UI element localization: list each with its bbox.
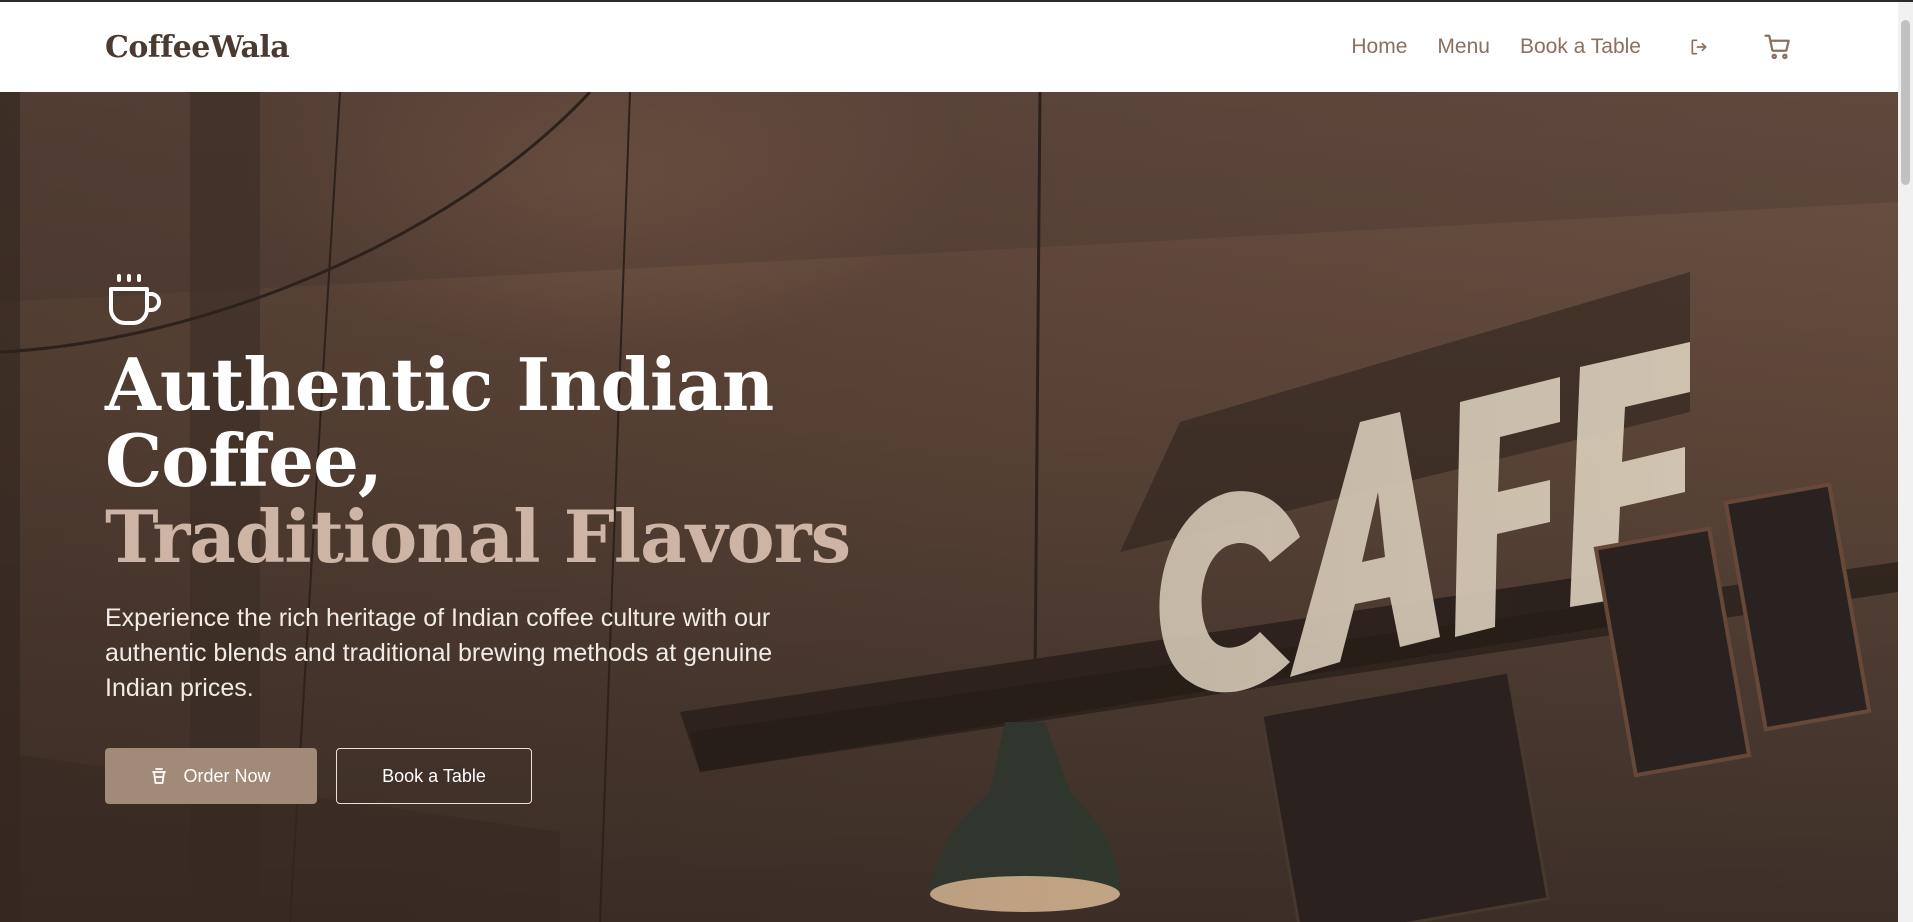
top-navbar: CoffeeWala Home Menu Book a Table bbox=[0, 2, 1898, 92]
hero-description: Experience the rich heritage of Indian c… bbox=[105, 604, 773, 702]
hero-actions: Order Now Book a Table bbox=[105, 748, 1005, 804]
page-scrollbar[interactable] bbox=[1898, 2, 1913, 922]
nav-link-book-table[interactable]: Book a Table bbox=[1520, 35, 1641, 59]
coffee-cup-icon bbox=[105, 272, 1005, 335]
headline-line-2: Traditional Flavors bbox=[105, 494, 851, 579]
scrollbar-thumb[interactable] bbox=[1901, 20, 1910, 185]
hero-content: Authentic Indian Coffee, Traditional Fla… bbox=[105, 272, 1005, 804]
book-table-label: Book a Table bbox=[382, 765, 486, 786]
nav-link-home[interactable]: Home bbox=[1351, 35, 1407, 59]
headline-line-1: Authentic Indian Coffee, bbox=[105, 342, 774, 503]
cart-icon[interactable] bbox=[1763, 32, 1793, 62]
brand-logo[interactable]: CoffeeWala bbox=[105, 30, 290, 65]
order-now-button[interactable]: Order Now bbox=[105, 748, 317, 804]
hero-section: Authentic Indian Coffee, Traditional Fla… bbox=[0, 92, 1898, 922]
order-now-label: Order Now bbox=[183, 765, 271, 786]
nav-link-menu[interactable]: Menu bbox=[1437, 35, 1490, 59]
takeaway-cup-icon bbox=[151, 767, 167, 785]
book-table-button[interactable]: Book a Table bbox=[336, 748, 532, 804]
nav-menu: Home Menu Book a Table bbox=[1351, 32, 1793, 62]
logout-icon[interactable] bbox=[1689, 37, 1709, 57]
hero-headline: Authentic Indian Coffee, Traditional Fla… bbox=[105, 347, 1005, 575]
